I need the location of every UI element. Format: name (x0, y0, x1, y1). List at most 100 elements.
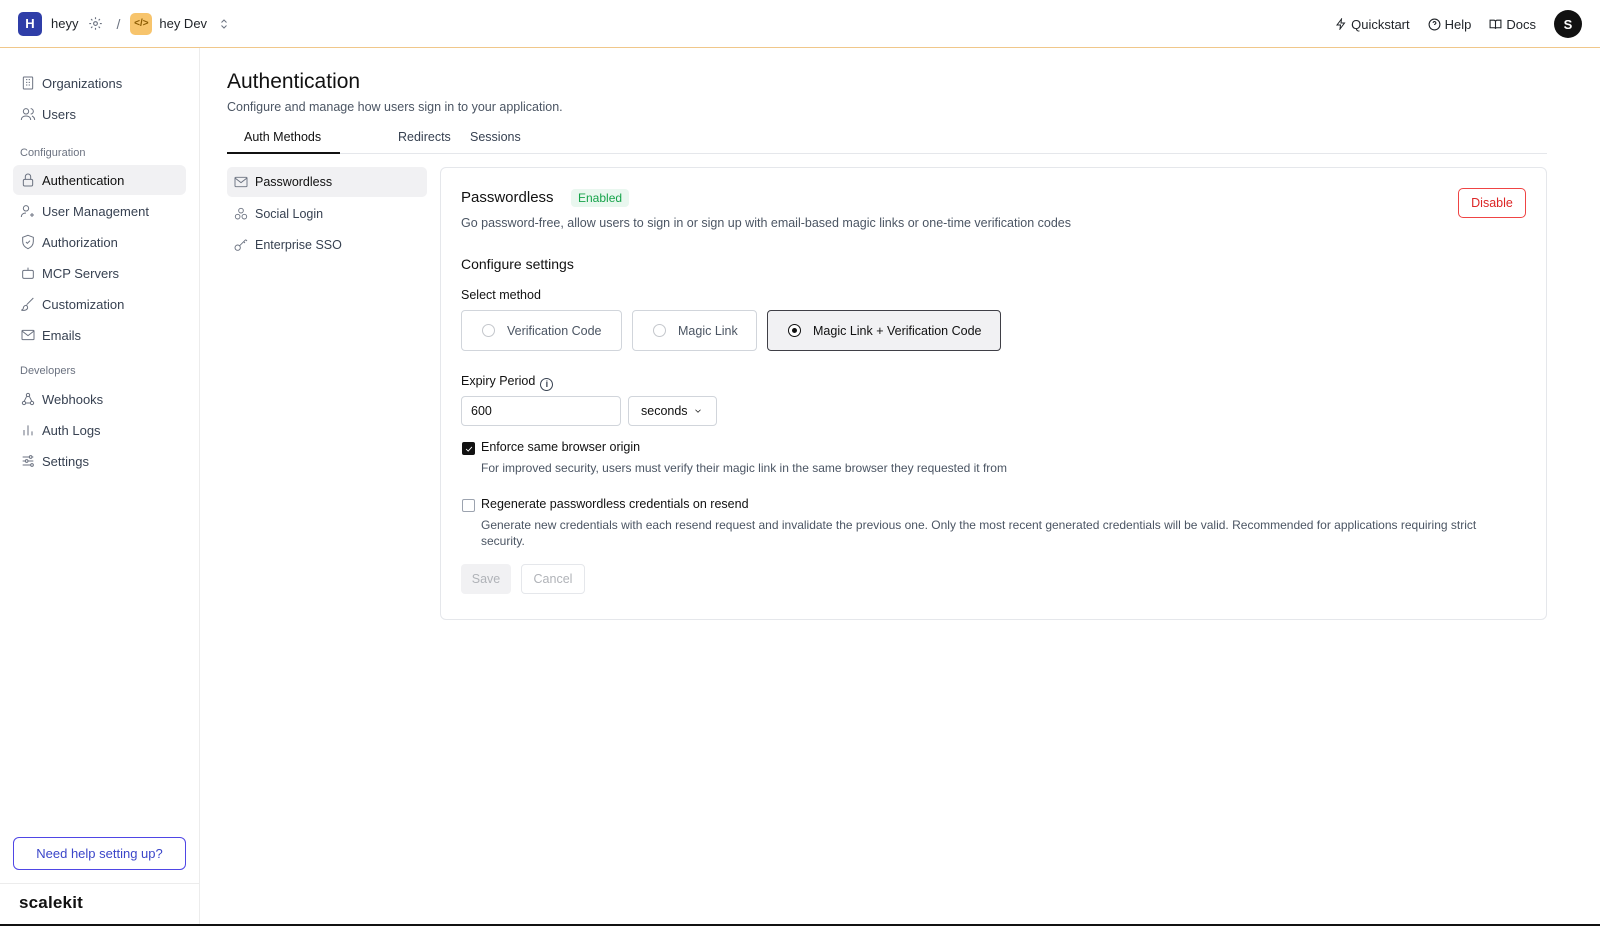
disable-button[interactable]: Disable (1458, 188, 1526, 218)
subnav-social-login[interactable]: Social Login (227, 199, 427, 229)
sidebar-item-label: Settings (42, 453, 89, 469)
user-cog-icon (20, 205, 34, 218)
method-option-label: Magic Link + Verification Code (813, 323, 982, 338)
env-code-icon[interactable]: </> (130, 12, 153, 35)
passwordless-settings-card: Passwordless Enabled Go password-free, a… (440, 167, 1547, 620)
chevron-up-down-icon[interactable] (215, 15, 233, 33)
sidebar-item-customization[interactable]: Customization (13, 289, 186, 319)
sidebar-item-organizations[interactable]: Organizations (13, 68, 186, 98)
sidebar-item-users[interactable]: Users (13, 99, 186, 129)
users-icon (20, 108, 36, 121)
sidebar-item-emails[interactable]: Emails (13, 320, 186, 350)
sidebar-item-settings[interactable]: Settings (13, 446, 186, 476)
subnav-label: Social Login (255, 207, 324, 221)
subnav-passwordless[interactable]: Passwordless (227, 167, 427, 197)
sidebar-item-webhooks[interactable]: Webhooks (13, 384, 186, 414)
user-avatar[interactable]: S (1554, 10, 1582, 38)
expiry-unit-select[interactable]: seconds (628, 396, 717, 426)
subnav-enterprise-sso[interactable]: Enterprise SSO (227, 230, 427, 260)
cancel-button[interactable]: Cancel (521, 564, 585, 594)
sidebar-item-label: Users (42, 106, 76, 122)
sidebar-divider (0, 883, 200, 884)
enforce-origin-checkbox[interactable] (462, 442, 475, 455)
sidebar-item-label: Webhooks (42, 391, 104, 407)
regenerate-credentials-checkbox[interactable] (462, 499, 475, 512)
top-bar: H heyy / </> hey Dev Quickstart Help Doc… (0, 0, 1600, 48)
sidebar-item-label: Customization (42, 296, 125, 312)
shield-icon (22, 234, 34, 250)
sidebar-item-label: Authentication (42, 172, 125, 188)
building-icon (22, 76, 34, 90)
regenerate-credentials-title: Regenerate passwordless credentials on r… (481, 497, 749, 511)
sidebar-item-label: MCP Servers (42, 265, 120, 281)
regenerate-credentials-description: Generate new credentials with each resen… (481, 518, 1477, 548)
tab-sessions[interactable]: Sessions (470, 130, 521, 144)
chevron-down-icon (694, 409, 701, 413)
info-icon[interactable]: i (540, 378, 554, 391)
bar-chart-icon (23, 425, 33, 436)
select-method-label: Select method (461, 288, 541, 302)
tab-bar: Auth Methods Redirects Sessions (227, 126, 1547, 154)
sidebar-item-authorization[interactable]: Authorization (13, 227, 186, 257)
sidebar-item-label: Auth Logs (42, 422, 101, 438)
card-description: Go password-free, allow users to sign in… (461, 216, 1071, 230)
tab-redirects[interactable]: Redirects (398, 130, 451, 144)
org-name[interactable]: heyy (51, 16, 78, 31)
method-option-verification-code[interactable]: Verification Code (461, 310, 622, 351)
expiry-period-input[interactable] (461, 396, 621, 426)
docs-link[interactable]: Docs (1489, 17, 1536, 32)
card-title: Passwordless (461, 189, 554, 206)
env-name[interactable]: hey Dev (159, 16, 207, 31)
expiry-period-label: Expiry Period i (461, 374, 554, 391)
sidebar-item-mcp-servers[interactable]: MCP Servers (13, 258, 186, 288)
help-circle-icon (1428, 18, 1441, 30)
sidebar-item-label: Organizations (42, 75, 123, 91)
mail-icon (234, 176, 248, 188)
key-icon (234, 239, 248, 251)
sidebar: Organizations Users Configuration Authen… (0, 48, 200, 926)
method-option-magic-link[interactable]: Magic Link (632, 310, 757, 351)
radio-icon (653, 324, 666, 337)
sidebar-item-label: Emails (42, 327, 82, 343)
save-button[interactable]: Save (461, 564, 511, 594)
help-label: Help (1444, 16, 1472, 32)
docs-label: Docs (1506, 16, 1536, 32)
configure-settings-heading: Configure settings (461, 256, 574, 272)
quickstart-link[interactable]: Quickstart (1335, 17, 1410, 32)
brush-icon (21, 297, 34, 311)
radio-selected-icon (788, 324, 801, 337)
book-icon (1489, 19, 1502, 29)
org-avatar[interactable]: H (18, 11, 42, 36)
method-option-label: Magic Link (678, 323, 738, 338)
enforce-origin-title: Enforce same browser origin (481, 440, 641, 454)
robot-icon (22, 267, 34, 279)
webhook-icon (21, 392, 35, 406)
sliders-icon (22, 455, 34, 467)
check-icon (465, 446, 473, 452)
radio-icon (482, 324, 495, 337)
top-right-links: Quickstart Help Docs S (1335, 0, 1582, 48)
method-option-magic-link-verification-code[interactable]: Magic Link + Verification Code (767, 310, 1001, 351)
bolt-icon (1336, 18, 1346, 30)
sidebar-item-label: User Management (42, 203, 149, 219)
method-option-label: Verification Code (507, 323, 602, 338)
tab-auth-methods[interactable]: Auth Methods (244, 130, 321, 144)
sidebar-section-developers: Developers (20, 365, 76, 377)
expiry-period-text: Expiry Period (461, 374, 536, 388)
help-link[interactable]: Help (1428, 16, 1472, 32)
lock-icon (22, 173, 34, 187)
sidebar-item-authentication[interactable]: Authentication (13, 165, 186, 195)
quickstart-label: Quickstart (1351, 16, 1410, 32)
sidebar-section-configuration: Configuration (20, 147, 86, 159)
sidebar-item-user-management[interactable]: User Management (13, 196, 186, 226)
expiry-unit-value: seconds (641, 404, 688, 418)
sidebar-item-auth-logs[interactable]: Auth Logs (13, 415, 186, 445)
status-badge: Enabled (571, 189, 630, 207)
sidebar-item-label: Authorization (42, 234, 118, 250)
page-title: Authentication (227, 70, 361, 93)
active-tab-indicator (227, 152, 340, 154)
gear-icon[interactable] (86, 15, 104, 33)
social-icon (234, 207, 248, 220)
subnav-label: Enterprise SSO (255, 238, 342, 252)
need-help-button[interactable]: Need help setting up? (13, 837, 186, 870)
